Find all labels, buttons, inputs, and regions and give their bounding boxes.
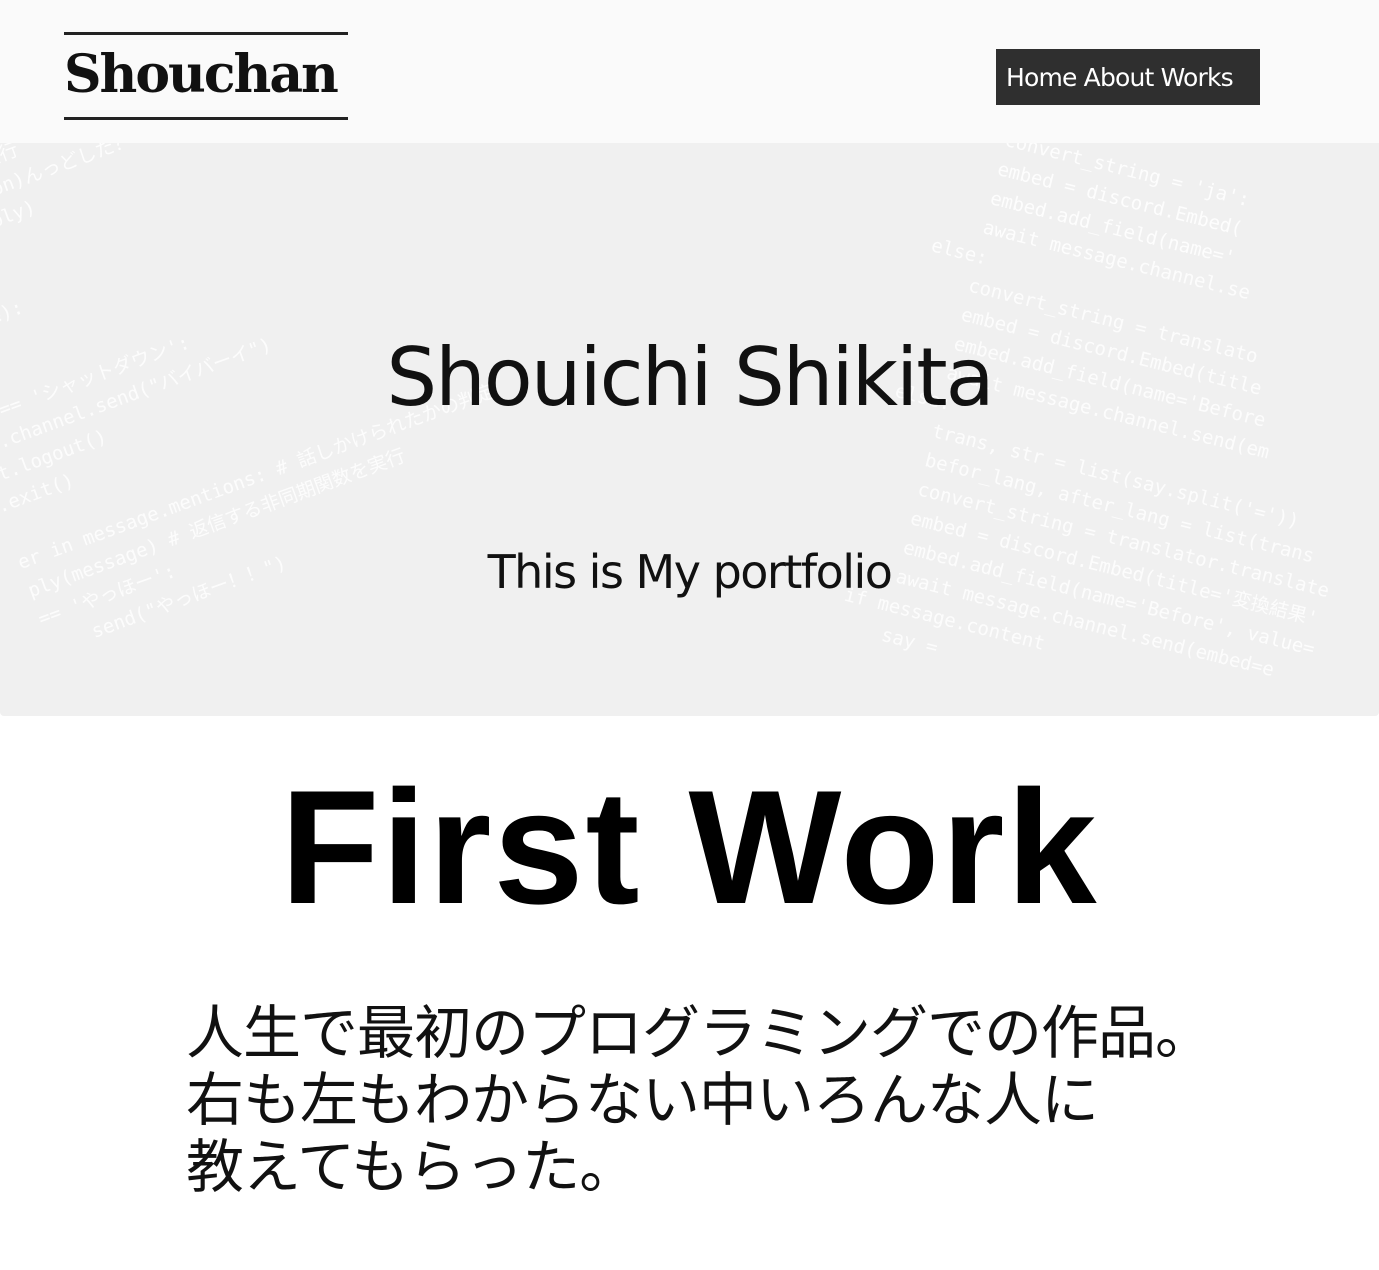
work-title: First Work	[280, 757, 1099, 938]
work-description-line: 教えてもらった。	[186, 1133, 637, 1201]
code-background-right: convert_string = 'ja': embed = discord.E…	[790, 143, 1332, 682]
work-description-line: 右も左もわからない中いろんな人に	[186, 1066, 1099, 1134]
nav-works-link[interactable]: Works	[1161, 63, 1234, 92]
site-logo[interactable]: Shouchan	[64, 32, 348, 120]
site-header: Shouchan Home About Works	[0, 0, 1379, 143]
work-description: 人生で最初のプログラミングでの作品。 右も左もわからない中いろんな人に 教えても…	[186, 1000, 1306, 1201]
main-nav: Home About Works	[996, 49, 1260, 105]
hero-subtitle: This is My portfolio	[487, 545, 893, 599]
nav-home-link[interactable]: Home	[1006, 63, 1077, 92]
hero-title: Shouichi Shikita	[386, 331, 994, 424]
work-description-line: 人生で最初のプログラミングでの作品。	[186, 999, 1213, 1067]
hero-section: convert_string = 'ja': embed = discord.E…	[0, 143, 1379, 716]
nav-about-link[interactable]: About	[1084, 63, 1155, 92]
